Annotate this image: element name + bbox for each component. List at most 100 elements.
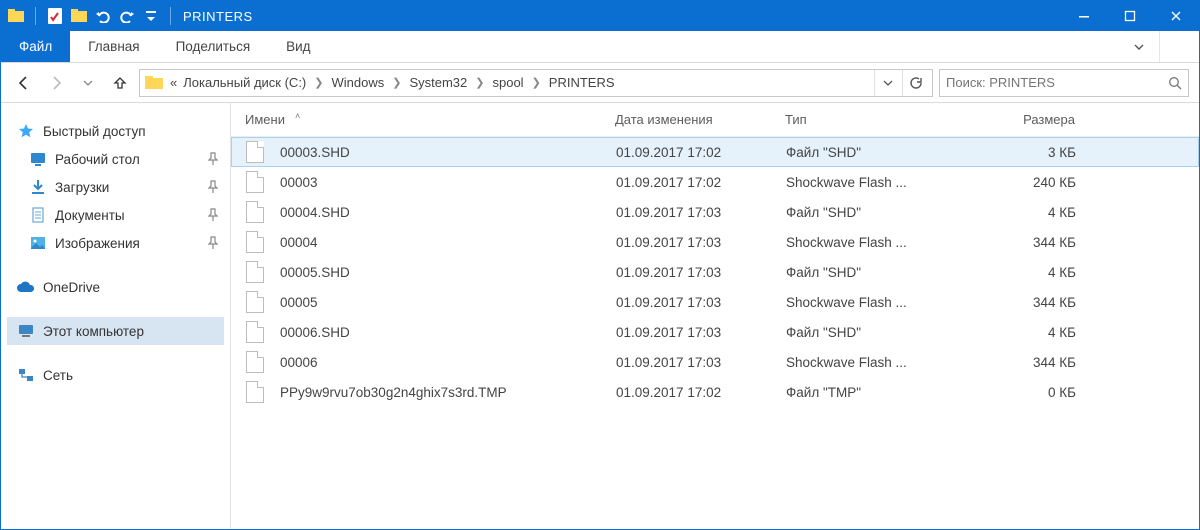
file-date: 01.09.2017 17:03 (616, 295, 721, 310)
file-size: 0 КБ (1048, 385, 1076, 400)
file-name: 00006.SHD (280, 325, 350, 340)
file-icon (246, 231, 264, 253)
column-header-label: Тип (785, 112, 807, 127)
file-icon (246, 171, 264, 193)
file-type: Shockwave Flash ... (786, 235, 907, 250)
minimize-button[interactable] (1061, 1, 1107, 31)
refresh-button[interactable] (902, 70, 928, 96)
pin-icon (208, 208, 218, 222)
nav-group-onedrive: OneDrive (7, 273, 224, 301)
nav-network[interactable]: Сеть (7, 361, 224, 389)
file-size: 4 КБ (1048, 205, 1076, 220)
nav-item-downloads[interactable]: Загрузки (7, 173, 224, 201)
nav-item-pictures[interactable]: Изображения (7, 229, 224, 257)
breadcrumb-item[interactable]: Локальный диск (C:) (181, 75, 308, 90)
breadcrumb-item[interactable]: PRINTERS (547, 75, 617, 90)
file-type: Shockwave Flash ... (786, 355, 907, 370)
chevron-right-icon[interactable]: ❯ (310, 76, 327, 89)
nav-item-documents[interactable]: Документы (7, 201, 224, 229)
file-size: 3 КБ (1048, 145, 1076, 160)
file-name: 00003.SHD (280, 145, 350, 160)
file-row[interactable]: 0000301.09.2017 17:02Shockwave Flash ...… (231, 167, 1199, 197)
file-size: 4 КБ (1048, 325, 1076, 340)
file-row[interactable]: PPy9w9rvu7ob30g2n4ghix7s3rd.TMP01.09.201… (231, 377, 1199, 407)
file-icon (246, 381, 264, 403)
file-date: 01.09.2017 17:03 (616, 235, 721, 250)
ribbon-tab-label: Поделиться (176, 39, 251, 54)
quick-access-toolbar (7, 7, 175, 25)
qat-customize-icon[interactable] (142, 7, 160, 25)
file-name: 00006 (280, 355, 318, 370)
nav-item-label: Загрузки (55, 180, 109, 195)
file-size: 4 КБ (1048, 265, 1076, 280)
properties-icon[interactable] (46, 7, 64, 25)
file-row[interactable]: 00003.SHD01.09.2017 17:02Файл "SHD"3 КБ (231, 137, 1199, 167)
column-header-type[interactable]: Тип (785, 112, 975, 127)
address-dropdown-button[interactable] (874, 70, 900, 96)
file-size: 344 КБ (1033, 355, 1076, 370)
file-date: 01.09.2017 17:03 (616, 265, 721, 280)
file-icon (246, 321, 264, 343)
redo-icon[interactable] (118, 7, 136, 25)
address-bar[interactable]: « Локальный диск (C:) ❯ Windows ❯ System… (139, 69, 933, 97)
nav-item-label: Сеть (43, 368, 73, 383)
file-row[interactable]: 00006.SHD01.09.2017 17:03Файл "SHD"4 КБ (231, 317, 1199, 347)
pin-icon (208, 236, 218, 250)
file-row[interactable]: 0000401.09.2017 17:03Shockwave Flash ...… (231, 227, 1199, 257)
address-toolbar: « Локальный диск (C:) ❯ Windows ❯ System… (1, 63, 1199, 103)
chevron-right-icon[interactable]: ❯ (388, 76, 405, 89)
ribbon-tab-share[interactable]: Поделиться (158, 31, 269, 62)
column-header-date[interactable]: Дата изменения (615, 112, 785, 127)
file-type: Файл "SHD" (786, 265, 861, 280)
documents-icon (29, 206, 47, 224)
column-header-name[interactable]: Имени ˄ (245, 112, 615, 127)
nav-up-button[interactable] (107, 70, 133, 96)
file-type: Файл "SHD" (786, 325, 861, 340)
close-button[interactable] (1153, 1, 1199, 31)
ribbon-help-button[interactable] (1159, 31, 1199, 62)
nav-item-label: Этот компьютер (43, 324, 144, 339)
column-header-label: Имени (245, 112, 285, 127)
folder-icon (7, 7, 25, 25)
ribbon-tab-view[interactable]: Вид (268, 31, 328, 62)
new-folder-icon[interactable] (70, 7, 88, 25)
ribbon-tab-label: Главная (88, 39, 139, 54)
file-icon (246, 351, 264, 373)
nav-item-desktop[interactable]: Рабочий стол (7, 145, 224, 173)
file-icon (246, 201, 264, 223)
qat-separator-2 (170, 7, 171, 25)
file-name: 00003 (280, 175, 318, 190)
ribbon-file-tab[interactable]: Файл (1, 31, 70, 62)
chevron-right-icon[interactable]: ❯ (471, 76, 488, 89)
column-header-size[interactable]: Размера (975, 112, 1075, 127)
nav-this-pc[interactable]: Этот компьютер (7, 317, 224, 345)
file-row[interactable]: 0000601.09.2017 17:03Shockwave Flash ...… (231, 347, 1199, 377)
breadcrumb-overflow[interactable]: « (168, 75, 179, 90)
file-row[interactable]: 0000501.09.2017 17:03Shockwave Flash ...… (231, 287, 1199, 317)
breadcrumb-item[interactable]: Windows (329, 75, 386, 90)
file-row[interactable]: 00005.SHD01.09.2017 17:03Файл "SHD"4 КБ (231, 257, 1199, 287)
nav-quick-access[interactable]: Быстрый доступ (7, 117, 224, 145)
breadcrumb-item[interactable]: spool (490, 75, 525, 90)
ribbon: Файл Главная Поделиться Вид (1, 31, 1199, 63)
ribbon-tab-home[interactable]: Главная (70, 31, 157, 62)
search-icon[interactable] (1168, 76, 1182, 90)
file-size: 344 КБ (1033, 295, 1076, 310)
breadcrumb-item[interactable]: System32 (407, 75, 469, 90)
nav-recent-dropdown[interactable] (75, 70, 101, 96)
undo-icon[interactable] (94, 7, 112, 25)
chevron-right-icon[interactable]: ❯ (528, 76, 545, 89)
nav-forward-button[interactable] (43, 70, 69, 96)
nav-onedrive[interactable]: OneDrive (7, 273, 224, 301)
ribbon-expand-button[interactable] (1119, 31, 1159, 62)
file-name: 00005 (280, 295, 318, 310)
nav-item-label: Документы (55, 208, 125, 223)
maximize-button[interactable] (1107, 1, 1153, 31)
search-box[interactable] (939, 69, 1189, 97)
nav-group-this-pc: Этот компьютер (7, 317, 224, 345)
search-input[interactable] (946, 75, 1168, 90)
desktop-icon (29, 150, 47, 168)
nav-back-button[interactable] (11, 70, 37, 96)
nav-item-label: OneDrive (43, 280, 100, 295)
file-row[interactable]: 00004.SHD01.09.2017 17:03Файл "SHD"4 КБ (231, 197, 1199, 227)
